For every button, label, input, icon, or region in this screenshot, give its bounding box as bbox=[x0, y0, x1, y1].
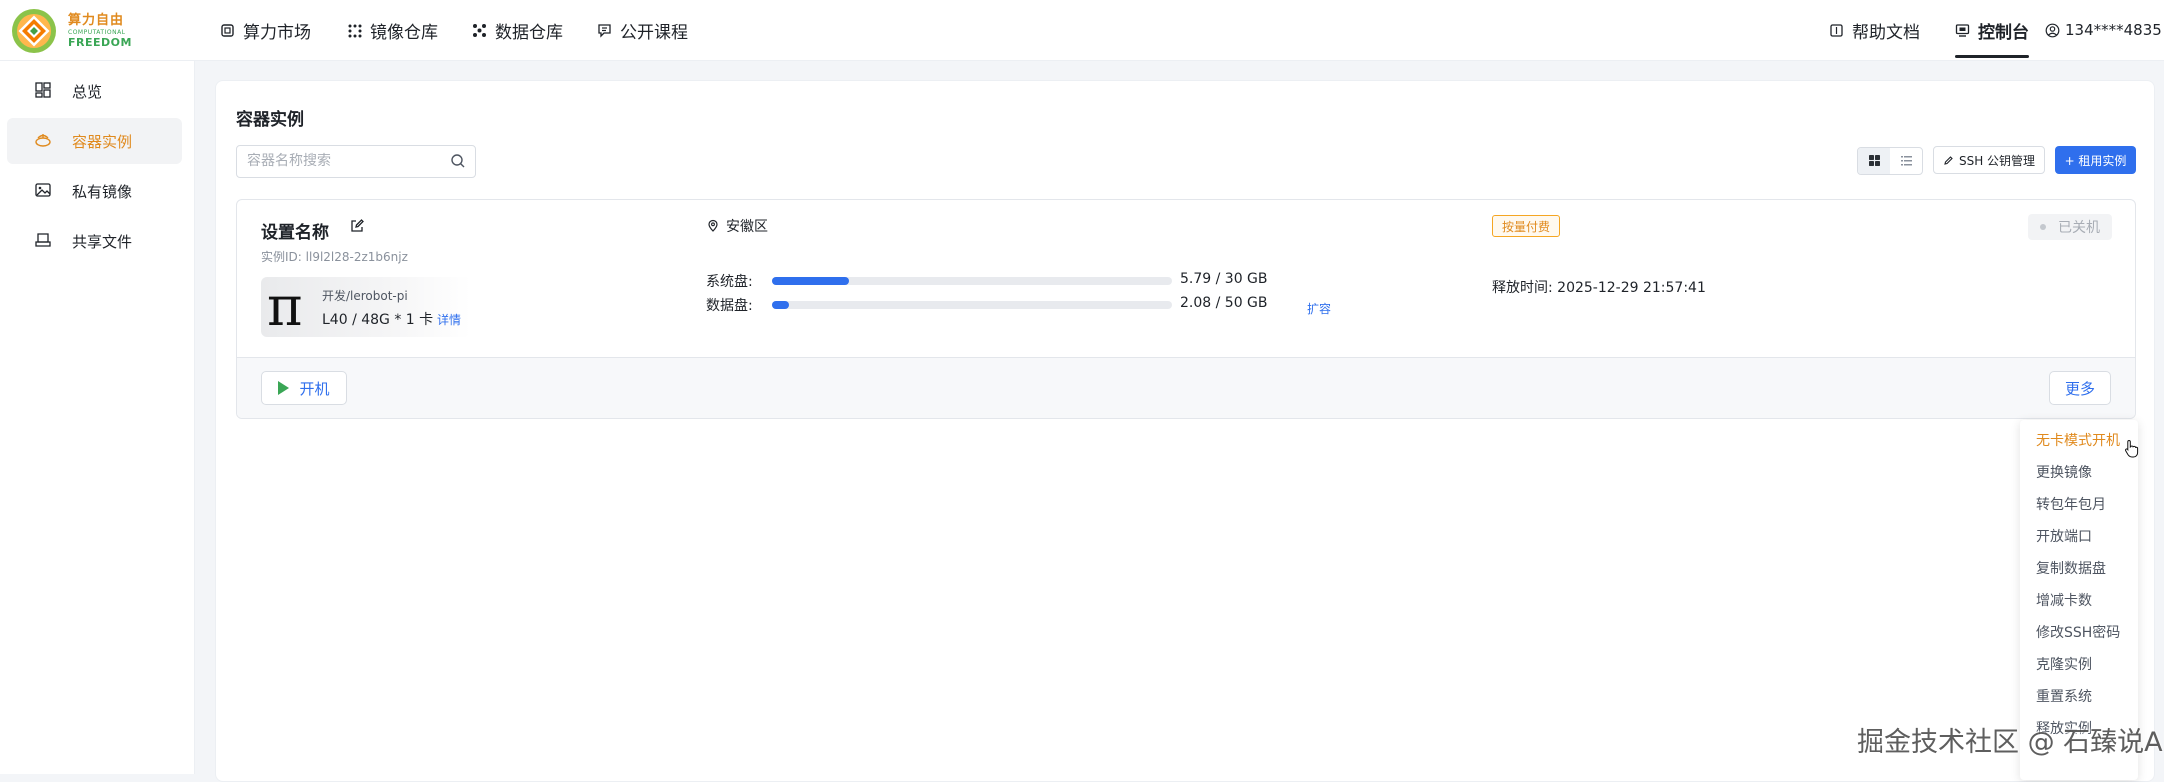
nav-help-docs-label: 帮助文档 bbox=[1852, 22, 1920, 43]
search-icon[interactable] bbox=[450, 153, 466, 173]
menu-item-adjust-gpu-count[interactable]: 增减卡数 bbox=[2036, 590, 2092, 610]
data-repo-icon bbox=[472, 23, 487, 38]
image-repo-icon bbox=[347, 23, 362, 38]
system-disk-value: 5.79 / 30 GB bbox=[1180, 271, 1268, 287]
menu-item-change-ssh-password[interactable]: 修改SSH密码 bbox=[2036, 622, 2120, 642]
image-name: 开发/lerobot-pi bbox=[322, 289, 408, 303]
data-disk-value: 2.08 / 50 GB bbox=[1180, 295, 1268, 311]
page-title: 容器实例 bbox=[236, 110, 304, 130]
watermark: 掘金技术社区 @ 石臻说AI bbox=[1857, 727, 2164, 758]
instance-card: 设置名称 实例ID: ll9l2l28-2z1b6njz π 开发/lerobo… bbox=[236, 199, 2136, 419]
pi-logo-icon: π bbox=[267, 275, 303, 338]
data-disk-bar-fill bbox=[772, 301, 789, 309]
menu-item-cardless-start[interactable]: 无卡模式开机 bbox=[2036, 430, 2120, 450]
start-button-label: 开机 bbox=[299, 379, 330, 398]
nav-compute-market[interactable]: 算力市场 bbox=[220, 0, 311, 60]
expand-disk-link[interactable]: 扩容 bbox=[1307, 300, 1331, 317]
top-navigation-bar: 算力自由 COMPUTATIONAL FREEDOM 算力市场 镜像仓库 数据仓… bbox=[0, 0, 2164, 61]
sidebar-item-overview[interactable]: 总览 bbox=[7, 68, 182, 114]
grid-view-button[interactable] bbox=[1858, 148, 1890, 174]
main-panel: 容器实例 SSH 公钥管理 + 租用实例 设置名称 实例ID: ll9l bbox=[215, 80, 2155, 782]
menu-item-change-image[interactable]: 更换镜像 bbox=[2036, 462, 2092, 482]
nav-console-label: 控制台 bbox=[1978, 22, 2029, 43]
nav-compute-market-label: 算力市场 bbox=[243, 22, 311, 43]
edit-icon[interactable] bbox=[349, 218, 365, 238]
instance-name: 设置名称 bbox=[261, 223, 329, 243]
sidebar: 总览 容器实例 私有镜像 共享文件 bbox=[0, 61, 195, 774]
release-time-value: 2025-12-29 21:57:41 bbox=[1557, 280, 1706, 296]
shared-files-icon bbox=[34, 231, 54, 251]
status-dot-icon bbox=[2040, 224, 2046, 230]
search-input[interactable] bbox=[237, 146, 447, 175]
ssh-key-management-button[interactable]: SSH 公钥管理 bbox=[1933, 146, 2045, 174]
ssh-key-management-label: SSH 公钥管理 bbox=[1958, 153, 2036, 168]
system-disk-bar-fill bbox=[772, 277, 850, 285]
location-icon bbox=[706, 219, 720, 233]
nav-help-docs[interactable]: 帮助文档 bbox=[1829, 0, 1920, 60]
sidebar-item-private-images[interactable]: 私有镜像 bbox=[7, 168, 182, 214]
image-info: π 开发/lerobot-pi L40 / 48G * 1 卡 详情 bbox=[261, 277, 471, 337]
menu-item-reset-system[interactable]: 重置系统 bbox=[2036, 686, 2092, 706]
menu-item-clone-instance[interactable]: 克隆实例 bbox=[2036, 654, 2092, 674]
book-icon bbox=[1829, 23, 1844, 38]
status-badge: 已关机 bbox=[2028, 214, 2112, 240]
nav-public-courses-label: 公开课程 bbox=[620, 22, 688, 43]
play-icon bbox=[278, 381, 290, 395]
more-button[interactable]: 更多 bbox=[2049, 371, 2111, 405]
billing-badge: 按量付费 bbox=[1492, 215, 1561, 237]
user-phone: 134****4835 bbox=[2065, 21, 2162, 39]
list-view-button[interactable] bbox=[1890, 148, 1922, 174]
sidebar-item-container-instances-label: 容器实例 bbox=[72, 132, 133, 151]
start-button[interactable]: 开机 bbox=[261, 371, 347, 405]
sidebar-item-container-instances[interactable]: 容器实例 bbox=[7, 118, 182, 164]
detail-link[interactable]: 详情 bbox=[437, 311, 461, 328]
course-icon bbox=[597, 23, 612, 38]
nav-public-courses[interactable]: 公开课程 bbox=[597, 0, 688, 60]
container-icon bbox=[34, 131, 54, 151]
pen-icon bbox=[1943, 155, 1954, 166]
dashboard-icon bbox=[34, 81, 54, 101]
nav-console[interactable]: 控制台 bbox=[1955, 0, 2029, 60]
private-image-icon bbox=[34, 181, 54, 201]
instance-card-actions: 开机 更多 bbox=[237, 357, 2135, 418]
nav-image-repo[interactable]: 镜像仓库 bbox=[347, 0, 438, 60]
nav-data-repo[interactable]: 数据仓库 bbox=[472, 0, 563, 60]
release-time: 释放时间: 2025-12-29 21:57:41 bbox=[1492, 277, 1706, 297]
list-icon bbox=[1900, 152, 1913, 171]
status-text: 已关机 bbox=[2058, 220, 2100, 236]
menu-item-switch-monthly[interactable]: 转包年包月 bbox=[2036, 494, 2106, 514]
menu-item-open-port[interactable]: 开放端口 bbox=[2036, 526, 2092, 546]
sidebar-item-shared-files[interactable]: 共享文件 bbox=[7, 218, 182, 264]
view-mode-toggle bbox=[1857, 147, 1923, 175]
brand-name-en-line2: FREEDOM bbox=[68, 36, 132, 49]
brand-wordmark: 算力自由 COMPUTATIONAL FREEDOM bbox=[68, 14, 132, 48]
search-box bbox=[236, 145, 476, 178]
gpu-spec: L40 / 48G * 1 卡 bbox=[322, 312, 434, 328]
user-avatar-icon bbox=[2045, 23, 2060, 38]
nav-image-repo-label: 镜像仓库 bbox=[370, 22, 438, 43]
menu-item-copy-data-disk[interactable]: 复制数据盘 bbox=[2036, 558, 2106, 578]
sidebar-item-overview-label: 总览 bbox=[72, 82, 103, 101]
instance-id-value: ll9l2l28-2z1b6njz bbox=[305, 250, 408, 264]
brand-logo[interactable] bbox=[10, 7, 58, 55]
nav-data-repo-label: 数据仓库 bbox=[495, 22, 563, 43]
data-disk-bar bbox=[772, 301, 1172, 309]
rent-instance-button[interactable]: + 租用实例 bbox=[2055, 146, 2136, 174]
system-disk-label: 系统盘: bbox=[706, 274, 753, 290]
instance-id: 实例ID: ll9l2l28-2z1b6njz bbox=[261, 248, 408, 265]
chip-icon bbox=[220, 23, 235, 38]
release-time-label: 释放时间: bbox=[1492, 280, 1553, 296]
data-disk-label: 数据盘: bbox=[706, 298, 753, 314]
grid-icon bbox=[1868, 152, 1881, 171]
region-name: 安徽区 bbox=[726, 219, 768, 235]
instance-id-label: 实例ID: bbox=[261, 250, 302, 264]
hand-cursor-icon bbox=[2125, 439, 2139, 458]
brand-name-cn: 算力自由 bbox=[68, 13, 125, 28]
user-menu[interactable]: 134****4835 bbox=[2045, 0, 2164, 60]
sidebar-item-private-images-label: 私有镜像 bbox=[72, 182, 133, 201]
sidebar-item-shared-files-label: 共享文件 bbox=[72, 232, 133, 251]
monitor-icon bbox=[1955, 23, 1970, 38]
system-disk-bar bbox=[772, 277, 1172, 285]
region: 安徽区 bbox=[706, 216, 768, 236]
